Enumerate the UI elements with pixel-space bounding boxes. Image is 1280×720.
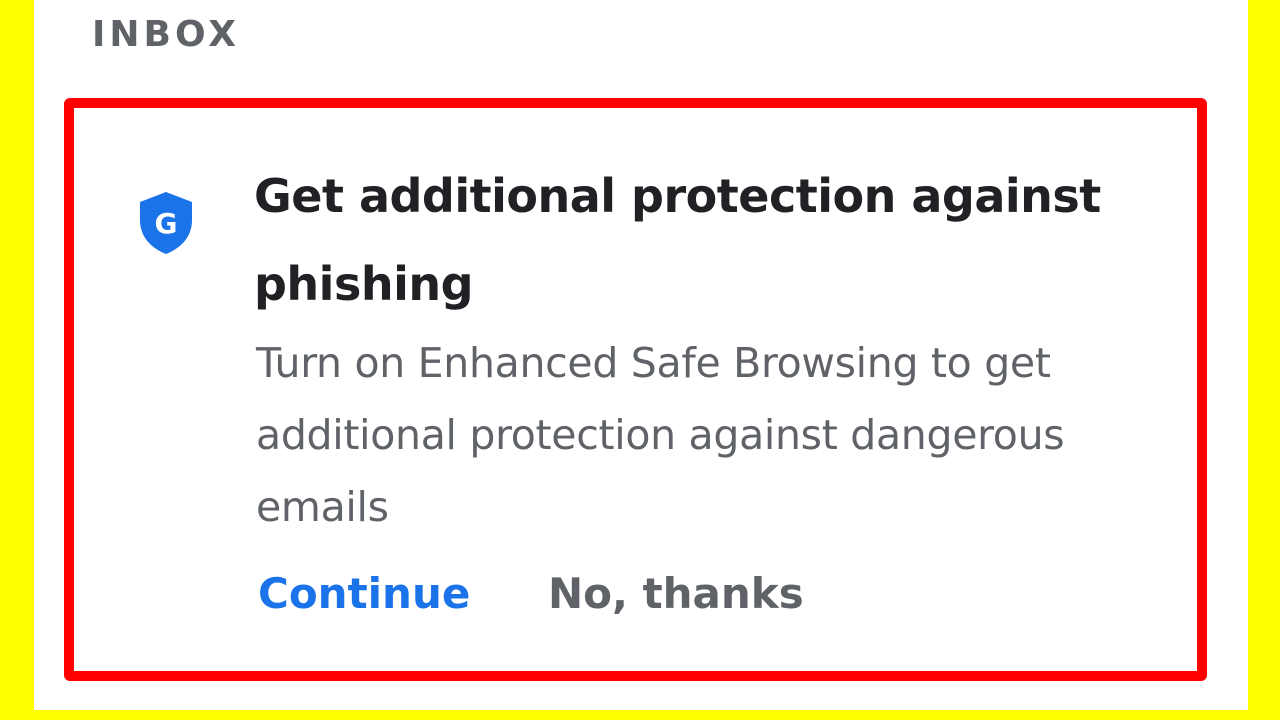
prompt-description: Turn on Enhanced Safe Browsing to get ad… [256,339,1065,531]
bottom-band [34,710,1248,720]
continue-button[interactable]: Continue [258,566,470,622]
google-shield-icon: G [140,192,192,254]
no-thanks-button[interactable]: No, thanks [548,566,804,622]
shield-letter: G [155,207,178,240]
prompt-title: Get additional protection against phishi… [254,169,1101,311]
section-label-inbox: INBOX [92,14,241,55]
